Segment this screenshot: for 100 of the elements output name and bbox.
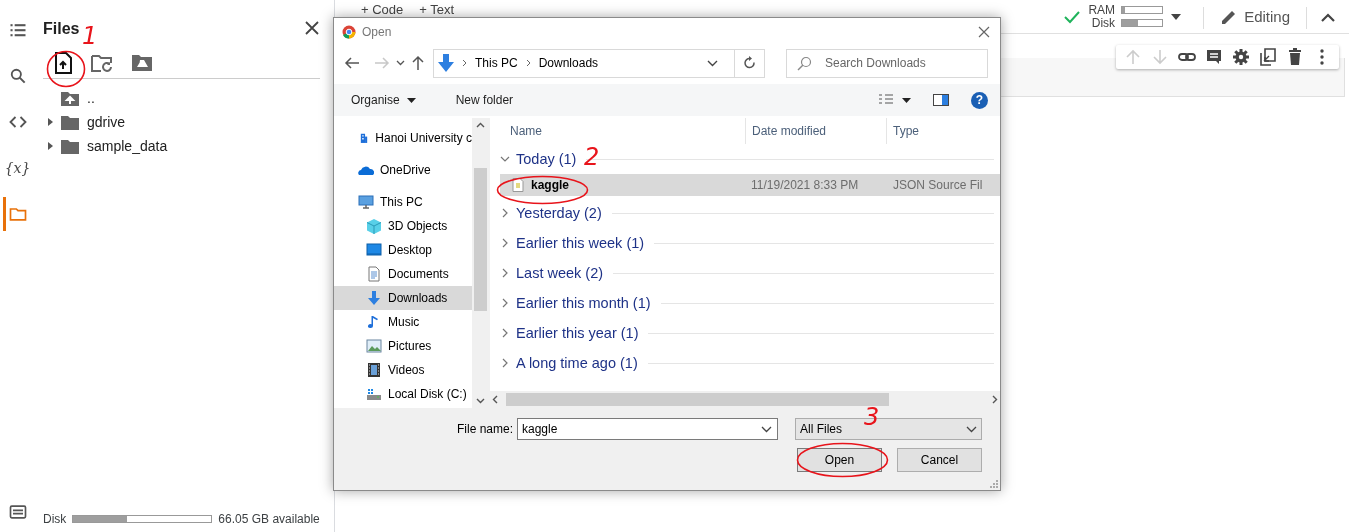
terminal-icon[interactable] bbox=[7, 502, 28, 522]
chevron-right-icon[interactable] bbox=[500, 298, 510, 308]
chevron-right-icon[interactable] bbox=[500, 268, 510, 278]
comment-icon[interactable] bbox=[1205, 48, 1223, 66]
chevron-down-icon[interactable] bbox=[707, 59, 718, 67]
close-icon[interactable] bbox=[304, 20, 320, 36]
scrollbar[interactable] bbox=[472, 118, 489, 408]
nav-item[interactable]: This PC bbox=[334, 190, 472, 214]
scrollbar[interactable] bbox=[490, 391, 1000, 408]
file-type: JSON Source Fil bbox=[893, 178, 983, 192]
resource-label: RAM bbox=[1088, 3, 1116, 17]
caret-down-icon[interactable] bbox=[1171, 13, 1182, 20]
tree-item[interactable]: sample_data bbox=[43, 134, 330, 158]
nav-item[interactable]: 3D Objects bbox=[334, 214, 472, 238]
nav-item[interactable]: Documents bbox=[334, 262, 472, 286]
caret-right-icon[interactable] bbox=[46, 118, 54, 126]
address-bar[interactable]: This PC Downloads bbox=[433, 48, 765, 78]
film-icon bbox=[366, 362, 382, 378]
chevron-down-icon[interactable] bbox=[761, 426, 772, 433]
collapse-icon[interactable] bbox=[1321, 13, 1335, 23]
group-label[interactable]: Last week (2) bbox=[516, 265, 604, 281]
chevron-right-icon[interactable] bbox=[500, 358, 510, 368]
scroll-right-icon bbox=[992, 395, 998, 404]
nav-item[interactable]: Hanoi University c bbox=[334, 126, 472, 150]
file-name-label: File name: bbox=[456, 422, 513, 436]
group-label[interactable]: Today (1) bbox=[516, 151, 577, 167]
drive-folder-icon[interactable] bbox=[131, 54, 153, 72]
nav-item[interactable]: Videos bbox=[334, 358, 472, 382]
chevron-right-icon[interactable] bbox=[500, 238, 510, 248]
mirror-cell-icon[interactable] bbox=[1259, 48, 1277, 66]
scroll-down-icon bbox=[476, 398, 485, 404]
app-icon bbox=[342, 25, 356, 39]
close-icon[interactable] bbox=[978, 26, 990, 38]
organise-menu[interactable]: Organise bbox=[342, 93, 425, 107]
annotation-number: 1 bbox=[82, 24, 98, 48]
delete-icon[interactable] bbox=[1286, 48, 1304, 66]
folder-icon bbox=[61, 138, 79, 154]
nav-item[interactable]: Local Disk (C:) bbox=[334, 382, 472, 406]
refresh-icon[interactable] bbox=[742, 56, 757, 70]
resize-grip-icon bbox=[990, 480, 998, 488]
back-icon[interactable] bbox=[344, 55, 360, 71]
folder-up-icon bbox=[61, 90, 79, 106]
file-date: 11/19/2021 8:33 PM bbox=[750, 178, 860, 192]
file-row[interactable]: kaggle 11/19/2021 8:33 PM JSON Source Fil bbox=[500, 174, 1000, 196]
group-label[interactable]: A long time ago (1) bbox=[516, 355, 638, 371]
chevron-right-icon bbox=[525, 59, 531, 67]
file-name-field[interactable]: kaggle bbox=[517, 418, 778, 440]
resource-label: Disk bbox=[1090, 16, 1116, 30]
chevron-down-icon[interactable] bbox=[500, 154, 510, 164]
disk-available: 66.05 GB available bbox=[218, 512, 320, 526]
group-label[interactable]: Earlier this year (1) bbox=[516, 325, 639, 341]
refresh-folder-icon[interactable] bbox=[90, 53, 114, 73]
tree-item[interactable]: .. bbox=[43, 86, 330, 110]
group-label[interactable]: Earlier this month (1) bbox=[516, 295, 651, 311]
search-icon bbox=[797, 55, 812, 71]
group-label[interactable]: Yesterday (2) bbox=[516, 205, 602, 221]
download-arrow-icon bbox=[366, 290, 382, 306]
up-icon[interactable] bbox=[411, 55, 425, 71]
nav-item[interactable]: Music bbox=[334, 310, 472, 334]
chevron-right-icon bbox=[462, 59, 467, 67]
chevron-right-icon[interactable] bbox=[500, 328, 510, 338]
document-icon bbox=[366, 266, 382, 282]
cube-icon bbox=[366, 218, 382, 234]
variables-icon[interactable]: {x} bbox=[2, 160, 33, 176]
help-button[interactable]: ? bbox=[971, 91, 988, 109]
drive-icon bbox=[366, 386, 382, 402]
annotation-circle bbox=[46, 50, 86, 88]
desktop-icon bbox=[366, 242, 382, 258]
file-name: kaggle bbox=[531, 178, 569, 192]
breadcrumb[interactable]: This PC bbox=[475, 56, 518, 70]
column-header[interactable]: Type bbox=[887, 119, 919, 143]
add-cell-button[interactable]: + Code bbox=[353, 3, 412, 16]
preview-pane-icon[interactable] bbox=[933, 94, 949, 106]
cancel-button[interactable]: Cancel bbox=[897, 448, 982, 472]
chevron-right-icon[interactable] bbox=[500, 208, 510, 218]
scroll-left-icon bbox=[492, 395, 498, 404]
group-label[interactable]: Earlier this week (1) bbox=[516, 235, 645, 251]
tree-item[interactable]: gdrive bbox=[43, 110, 330, 134]
add-cell-button[interactable]: + Text bbox=[411, 3, 463, 16]
nav-item[interactable]: Downloads bbox=[334, 286, 472, 310]
search-field[interactable]: Search Downloads bbox=[786, 48, 988, 78]
scroll-up-icon bbox=[476, 122, 485, 128]
monitor-icon bbox=[358, 194, 374, 210]
breadcrumb[interactable]: Downloads bbox=[538, 56, 599, 70]
pictures-icon bbox=[366, 338, 382, 354]
column-header[interactable]: Date modified bbox=[746, 119, 886, 143]
open-button[interactable]: Open bbox=[797, 448, 882, 472]
column-header[interactable]: Name bbox=[490, 119, 745, 143]
settings-icon[interactable] bbox=[1232, 48, 1250, 66]
upload-icon[interactable] bbox=[53, 52, 73, 74]
caret-right-icon[interactable] bbox=[46, 142, 54, 150]
folder-icon bbox=[61, 114, 79, 130]
nav-item[interactable]: Desktop bbox=[334, 238, 472, 262]
json-file-icon bbox=[512, 178, 524, 192]
annotation-number: 2 bbox=[584, 145, 600, 169]
editing-button[interactable]: Editing bbox=[1214, 7, 1296, 26]
nav-item[interactable]: OneDrive bbox=[334, 158, 472, 182]
new-folder-button[interactable]: New folder bbox=[446, 93, 523, 107]
panel-title: Files bbox=[43, 19, 80, 38]
nav-item[interactable]: Pictures bbox=[334, 334, 472, 358]
